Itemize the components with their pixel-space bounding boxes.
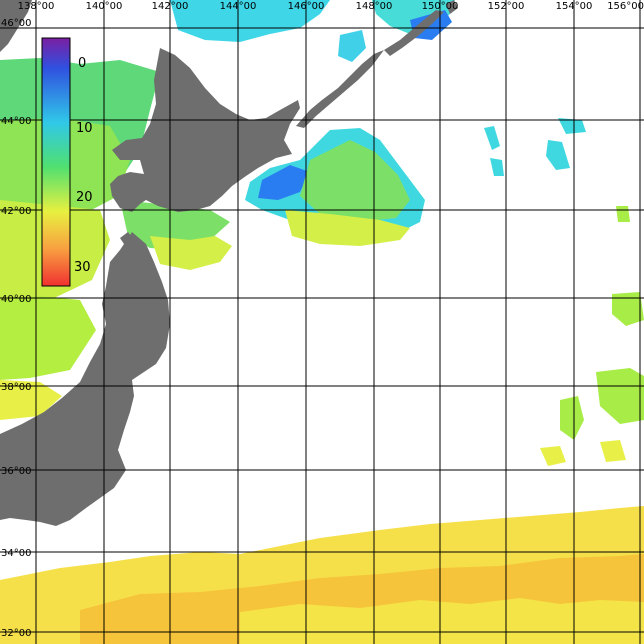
latitude-label: 34°00 (1, 548, 31, 559)
longitude-label: 154°00 (556, 1, 593, 12)
longitude-label: 152°00 (488, 1, 525, 12)
sst-patch (540, 446, 566, 466)
sst-patch (0, 296, 96, 380)
latitude-label: 32°00 (1, 628, 31, 639)
longitude-label: 146°00 (288, 1, 325, 12)
sst-patch (490, 158, 504, 176)
sst-patch (596, 368, 644, 424)
latitude-label: 40°00 (1, 294, 31, 305)
sst-patch (546, 140, 570, 170)
longitude-label: 138°00 (18, 1, 55, 12)
colorbar-ramp (41, 37, 71, 287)
sst-field-east (540, 206, 644, 466)
land-kuril (296, 50, 384, 128)
latitude-label: 36°00 (1, 466, 31, 477)
sst-patch (600, 440, 626, 462)
latitude-label: 42°00 (1, 206, 31, 217)
colorbar-tick-label: 10 (76, 121, 93, 136)
colorbar-tick-label: 0 (78, 56, 86, 71)
latitude-label: 38°00 (1, 382, 31, 393)
longitude-label: 142°00 (152, 1, 189, 12)
longitude-label: 140°00 (86, 1, 123, 12)
latitude-label: 44°00 (1, 116, 31, 127)
sst-patch (240, 598, 644, 644)
longitude-label: 150°00 (422, 1, 459, 12)
sst-patch (560, 396, 584, 440)
longitude-labels: 138°00 140°00 142°00 144°00 146°00 148°0… (18, 1, 644, 12)
colorbar-tick-label: 20 (76, 190, 93, 205)
sst-field-south (0, 506, 644, 644)
longitude-label: 144°00 (220, 1, 257, 12)
colorbar-tick-label: 30 (74, 260, 91, 275)
latitude-label: 46°00 (1, 18, 31, 29)
longitude-label: 156°00 (607, 1, 644, 12)
sst-patch (150, 236, 232, 270)
sst-patch (484, 126, 500, 150)
map-canvas: 138°00 140°00 142°00 144°00 146°00 148°0… (0, 0, 644, 644)
sst-patch (612, 292, 644, 326)
longitude-label: 148°00 (356, 1, 393, 12)
sea-surface-temperature-map: 138°00 140°00 142°00 144°00 146°00 148°0… (0, 0, 644, 644)
sst-patch (338, 30, 366, 62)
sst-patch (616, 206, 630, 222)
